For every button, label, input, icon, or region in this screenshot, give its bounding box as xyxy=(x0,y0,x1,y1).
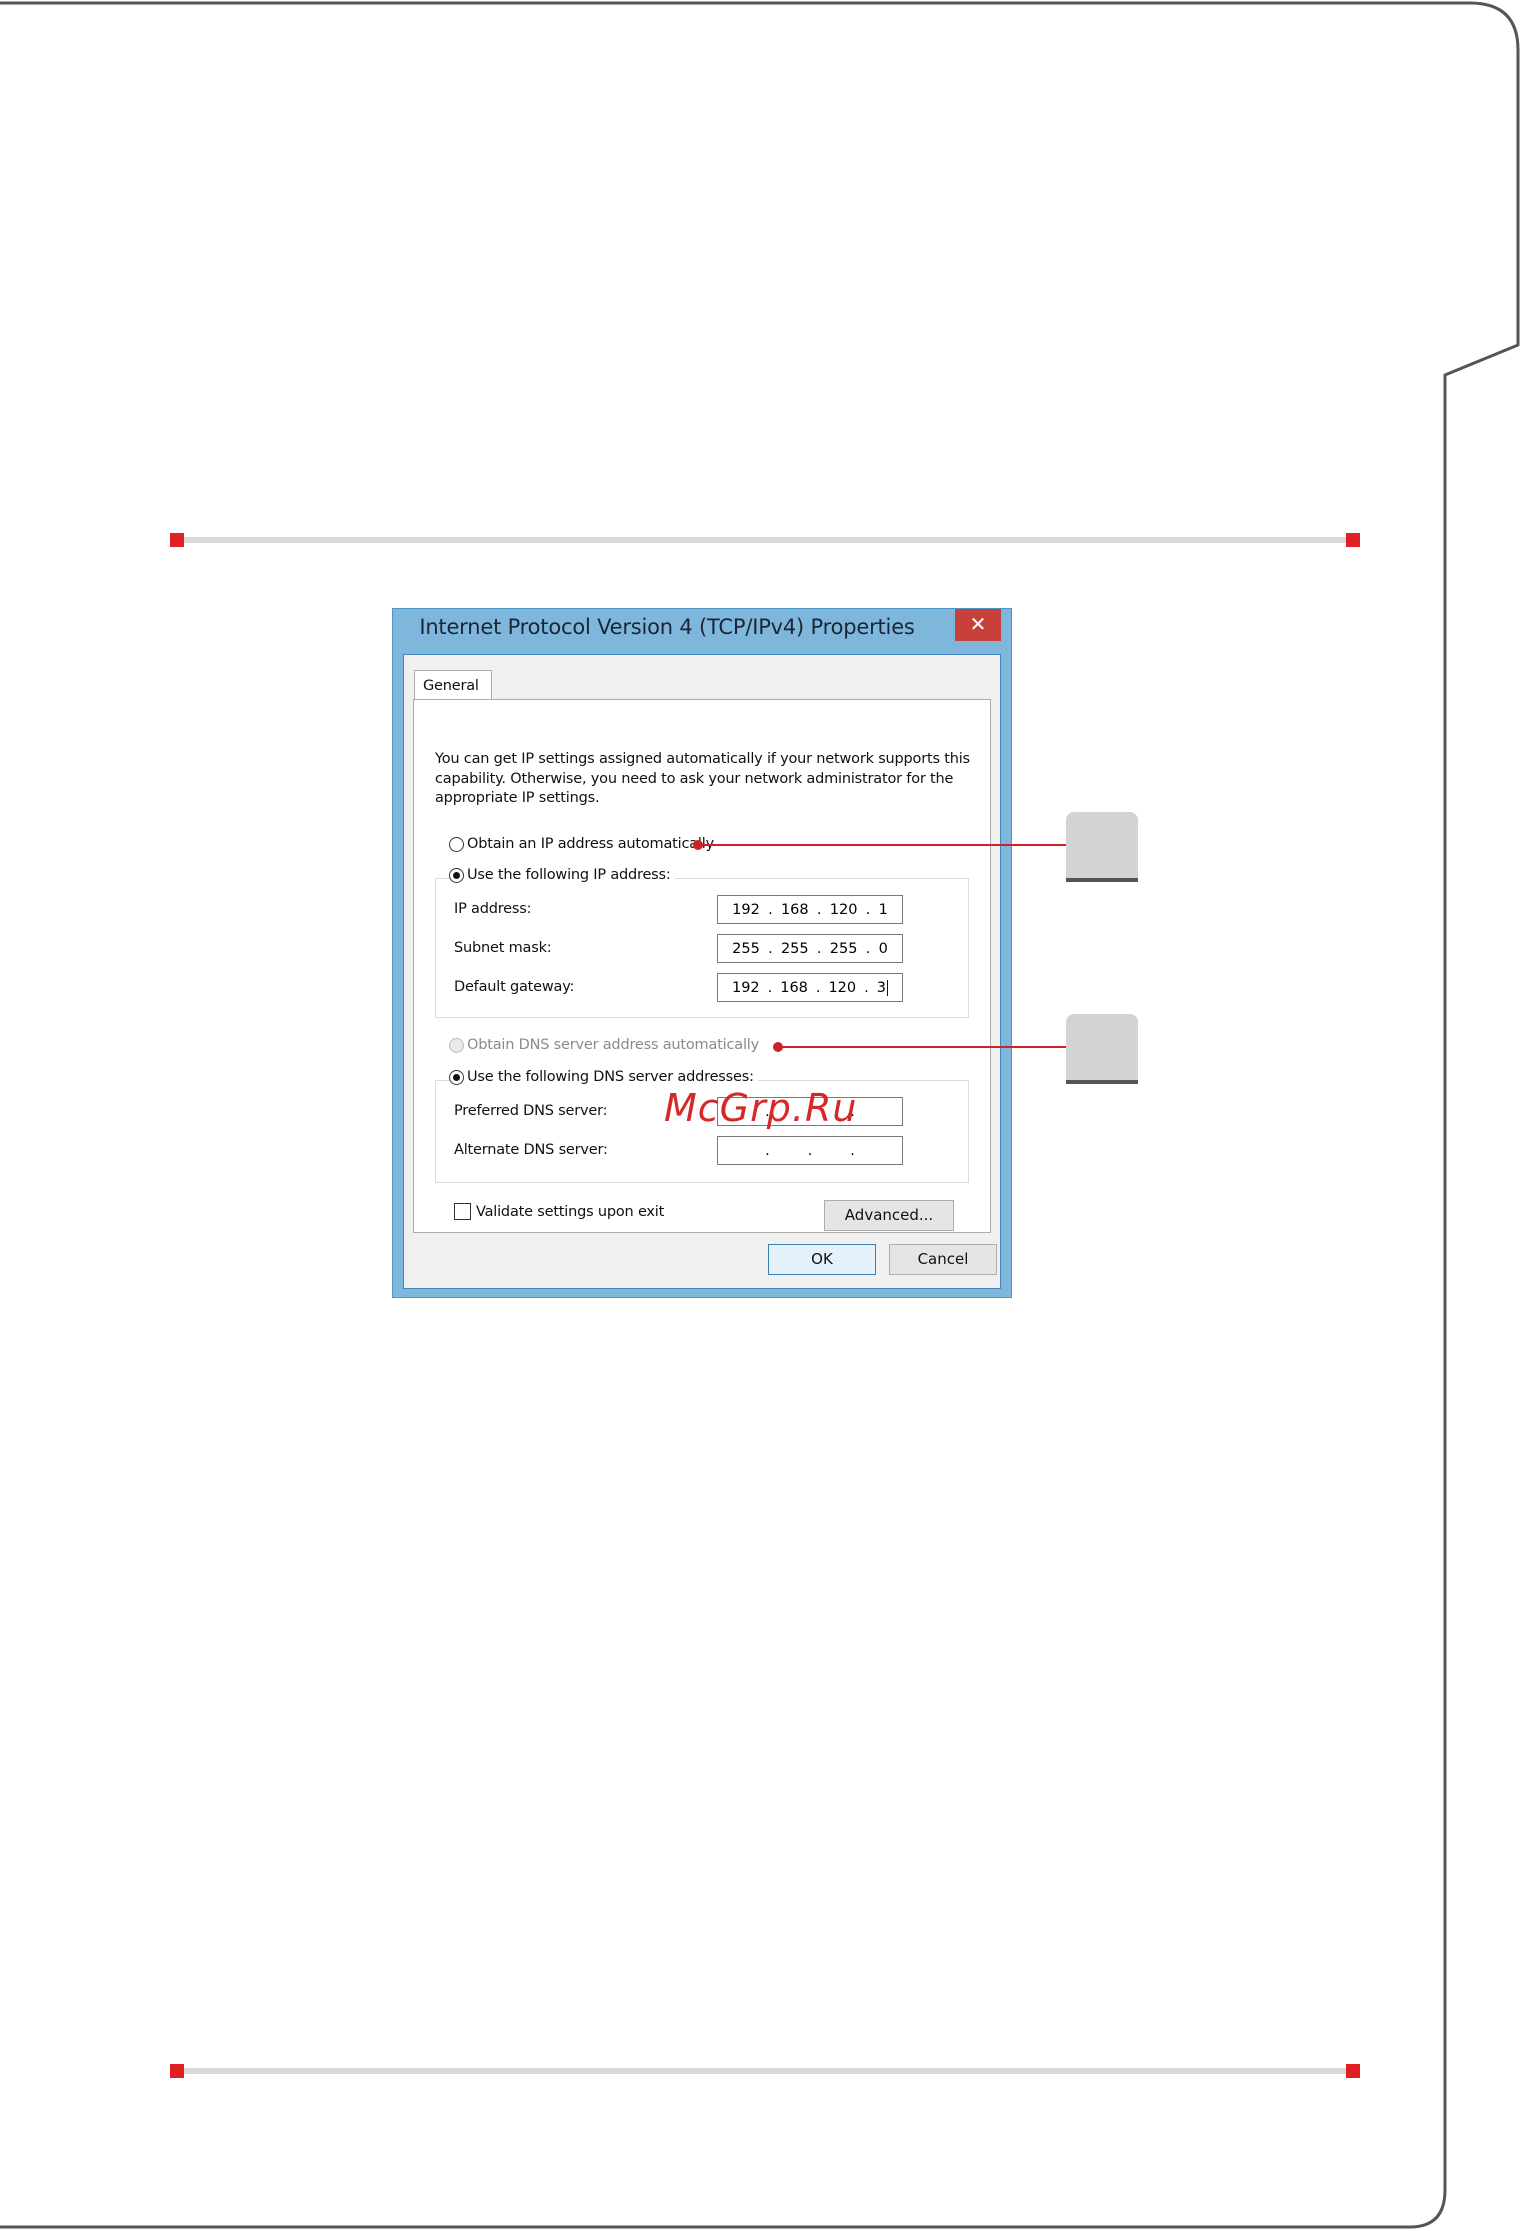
octet-dot: . xyxy=(768,901,773,918)
rule-marker xyxy=(170,2064,184,2078)
general-panel: You can get IP settings assigned automat… xyxy=(413,699,991,1233)
ip-manual-label: Use the following IP address: xyxy=(467,867,671,883)
dialog-title: Internet Protocol Version 4 (TCP/IPv4) P… xyxy=(419,615,915,639)
dialog-client: General You can get IP settings assigned… xyxy=(403,654,1001,1289)
default-gateway-label: Default gateway: xyxy=(454,979,575,995)
octet: 192 xyxy=(731,979,760,996)
advanced-button[interactable]: Advanced... xyxy=(824,1200,954,1231)
octet-dot: . xyxy=(768,940,773,957)
octet-dot: . xyxy=(864,979,869,996)
ip-manual-option[interactable]: Use the following IP address: xyxy=(449,867,675,883)
radio-icon[interactable] xyxy=(449,836,464,852)
watermark: McGrp.Ru xyxy=(664,1086,858,1130)
validate-option[interactable]: Validate settings upon exit xyxy=(454,1203,664,1220)
dns-auto-option[interactable]: Obtain DNS server address automatically xyxy=(449,1037,759,1053)
octet-dot: . xyxy=(816,940,822,957)
step-marker xyxy=(1066,1014,1138,1084)
ok-button[interactable]: OK xyxy=(768,1244,876,1275)
dns-manual-label: Use the following DNS server addresses: xyxy=(467,1069,754,1085)
top-rule xyxy=(170,533,1360,547)
octet: 120 xyxy=(829,901,858,918)
octet-dot: . xyxy=(816,901,822,918)
octet: 255 xyxy=(732,940,760,957)
radio-icon[interactable] xyxy=(449,1069,464,1085)
octet-dot: . xyxy=(765,1142,770,1159)
octet-dot: . xyxy=(767,979,773,996)
rule-marker xyxy=(1346,533,1360,547)
alternate-dns-label: Alternate DNS server: xyxy=(454,1142,608,1158)
tcpip-properties-dialog: Internet Protocol Version 4 (TCP/IPv4) P… xyxy=(392,608,1012,1298)
octet: 1 xyxy=(878,901,888,918)
octet: 255 xyxy=(780,940,809,957)
octet-dot: . xyxy=(865,901,871,918)
callout-line xyxy=(700,844,1066,846)
step-marker xyxy=(1066,812,1138,882)
octet: 255 xyxy=(829,940,858,957)
rule-marker xyxy=(170,533,184,547)
ip-auto-option[interactable]: Obtain an IP address automatically xyxy=(449,836,714,852)
rule-marker xyxy=(1346,2064,1360,2078)
close-button[interactable]: ✕ xyxy=(955,609,1001,641)
ip-auto-label: Obtain an IP address automatically xyxy=(467,836,714,852)
octet: 168 xyxy=(780,901,809,918)
cancel-button[interactable]: Cancel xyxy=(889,1244,997,1275)
ip-address-label: IP address: xyxy=(454,901,532,917)
octet-dot: . xyxy=(865,940,871,957)
ip-address-input[interactable]: 192. 168. 120. 1 xyxy=(717,895,903,924)
subnet-mask-input[interactable]: 255. 255. 255. 0 xyxy=(717,934,903,963)
default-gateway-input[interactable]: 192. 168. 120. 3 xyxy=(717,973,903,1002)
checkbox-icon[interactable] xyxy=(454,1203,471,1220)
octet: 120 xyxy=(828,979,857,996)
octet-dot: . xyxy=(807,1142,813,1159)
octet: 0 xyxy=(878,940,888,957)
octet-dot: . xyxy=(850,1142,855,1159)
callout-line xyxy=(780,1046,1066,1048)
octet: 192 xyxy=(732,901,760,918)
octet: 3 xyxy=(876,979,888,996)
radio-icon[interactable] xyxy=(449,867,464,883)
alternate-dns-input[interactable]: ... xyxy=(717,1136,903,1165)
subnet-mask-label: Subnet mask: xyxy=(454,940,552,956)
validate-label: Validate settings upon exit xyxy=(476,1203,665,1220)
dns-auto-label: Obtain DNS server address automatically xyxy=(467,1037,759,1053)
tab-general[interactable]: General xyxy=(414,670,492,700)
dns-manual-option[interactable]: Use the following DNS server addresses: xyxy=(449,1069,758,1085)
octet: 168 xyxy=(780,979,808,996)
description-text: You can get IP settings assigned automat… xyxy=(435,751,970,806)
bottom-rule xyxy=(170,2064,1360,2078)
radio-icon[interactable] xyxy=(449,1037,464,1053)
octet-dot: . xyxy=(815,979,821,996)
preferred-dns-label: Preferred DNS server: xyxy=(454,1103,608,1119)
